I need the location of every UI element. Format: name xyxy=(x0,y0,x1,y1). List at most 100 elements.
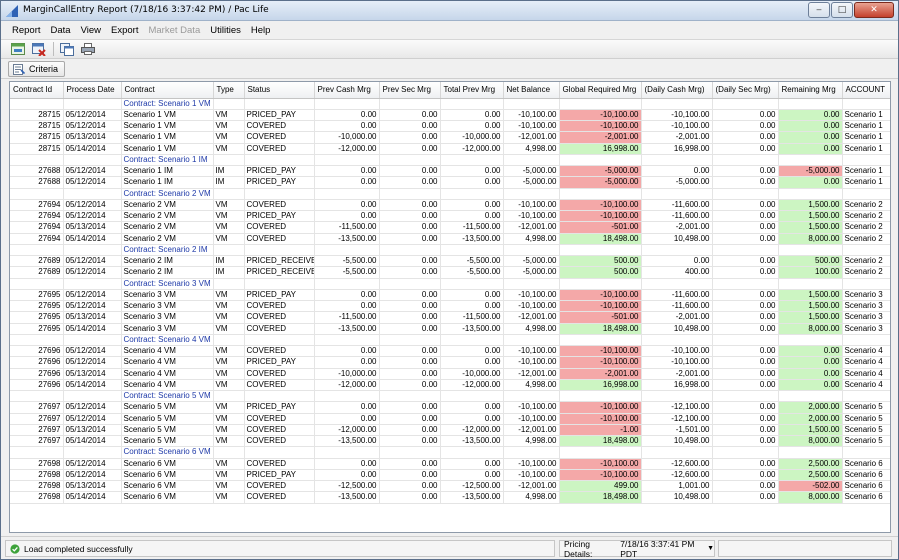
cell-daily-sec-mrg: 0.00 xyxy=(712,266,779,279)
cell-contract-id: 27697 xyxy=(10,401,64,414)
table-row[interactable]: 27694 05/12/2014 Scenario 2 VM VM COVERED 0.0… xyxy=(10,199,890,212)
group-cell xyxy=(641,278,713,290)
criteria-button[interactable]: Criteria xyxy=(8,61,66,77)
cell-remaining-mrg: 1,500.00 xyxy=(778,221,843,234)
chevron-down-icon[interactable]: ▼ xyxy=(707,545,714,552)
col-status[interactable]: Status xyxy=(244,82,315,99)
table-row[interactable]: 27695 05/12/2014 Scenario 3 VM VM PRICED_PAY… xyxy=(10,289,890,302)
print-button[interactable] xyxy=(79,41,97,57)
table-row[interactable]: 27694 05/12/2014 Scenario 2 VM VM PRICED_PAY… xyxy=(10,210,890,223)
cell-remaining-mrg: 2,000.00 xyxy=(778,413,843,425)
group-row[interactable]: Contract: Scenario 5 VM xyxy=(10,390,890,403)
col-global-required-mrg[interactable]: Global Required Mrg xyxy=(559,82,642,99)
table-row[interactable]: 28715 05/13/2014 Scenario 1 VM VM COVERED -10… xyxy=(10,131,890,144)
close-button[interactable]: ✕ xyxy=(854,2,894,18)
cell-prev-sec-mrg: 0.00 xyxy=(379,165,441,178)
col-net-balance[interactable]: Net Balance xyxy=(503,82,560,99)
table-row[interactable]: 28715 05/12/2014 Scenario 1 VM VM PRICED_PAY… xyxy=(10,109,890,122)
col-remaining-mrg[interactable]: Remaining Mrg xyxy=(778,82,843,99)
col-process-date[interactable]: Process Date xyxy=(63,82,122,99)
menu-help[interactable]: Help xyxy=(246,25,276,36)
group-row[interactable]: Contract: Scenario 1 VM xyxy=(10,98,890,110)
table-row[interactable]: 27698 05/12/2014 Scenario 6 VM VM COVERED 0.0… xyxy=(10,458,890,470)
cell-account: Scenario 4 xyxy=(842,379,890,392)
col-daily-sec-mrg[interactable]: (Daily Sec Mrg) xyxy=(712,82,779,99)
table-row[interactable]: 27688 05/12/2014 Scenario 1 IM IM PRICED_PAY… xyxy=(10,165,890,178)
menu-report[interactable]: Report xyxy=(7,25,46,36)
table-row[interactable]: 27696 05/12/2014 Scenario 4 VM VM PRICED_PAY… xyxy=(10,356,890,369)
cell-account: Scenario 5 xyxy=(842,424,890,437)
report-grid[interactable]: Contract Id Process Date Contract Type S… xyxy=(9,81,891,533)
col-daily-cash-mrg[interactable]: (Daily Cash Mrg) xyxy=(641,82,713,99)
group-cell xyxy=(778,188,843,200)
table-row[interactable]: 28715 05/12/2014 Scenario 1 VM VM COVERED 0.0… xyxy=(10,120,890,133)
menu-export[interactable]: Export xyxy=(106,25,143,36)
header-row: Contract Id Process Date Contract Type S… xyxy=(10,82,890,99)
cell-prev-sec-mrg: 0.00 xyxy=(379,289,441,302)
table-row[interactable]: 27688 05/12/2014 Scenario 1 IM IM PRICED_PAY… xyxy=(10,176,890,189)
menu-utilities[interactable]: Utilities xyxy=(205,25,246,36)
maximize-button[interactable]: □ xyxy=(831,2,853,18)
group-cell xyxy=(314,98,380,110)
table-row[interactable]: 28715 05/14/2014 Scenario 1 VM VM COVERED -12… xyxy=(10,143,890,155)
pricing-value: 7/18/16 3:37:41 PM PDT xyxy=(620,538,695,559)
cell-prev-sec-mrg: 0.00 xyxy=(379,469,441,482)
cell-type: VM xyxy=(213,199,245,212)
table-row[interactable]: 27694 05/13/2014 Scenario 2 VM VM COVERED -11… xyxy=(10,221,890,234)
cell-remaining-mrg: 1,500.00 xyxy=(778,424,843,437)
table-row[interactable]: 27697 05/12/2014 Scenario 5 VM VM PRICED_PAY… xyxy=(10,401,890,414)
group-row[interactable]: Contract: Scenario 4 VM xyxy=(10,334,890,347)
table-row[interactable]: 27697 05/14/2014 Scenario 5 VM VM COVERED -13… xyxy=(10,435,890,448)
cell-prev-sec-mrg: 0.00 xyxy=(379,401,441,414)
minimize-button[interactable]: ‒ xyxy=(808,2,830,18)
group-cell xyxy=(778,244,843,257)
copy-button[interactable] xyxy=(58,41,76,57)
col-prev-cash-mrg[interactable]: Prev Cash Mrg xyxy=(314,82,380,99)
table-row[interactable]: 27696 05/13/2014 Scenario 4 VM VM COVERED -10… xyxy=(10,368,890,380)
cell-global-required-mrg: -10,100.00 xyxy=(559,356,642,369)
col-account[interactable]: ACCOUNT xyxy=(842,82,890,99)
group-row[interactable]: Contract: Scenario 3 VM xyxy=(10,278,890,290)
cell-account: Scenario 3 xyxy=(842,289,890,302)
cell-status: COVERED xyxy=(244,480,315,493)
cell-status: PRICED_PAY xyxy=(244,469,315,482)
table-row[interactable]: 27698 05/12/2014 Scenario 6 VM VM PRICED_PAY… xyxy=(10,469,890,482)
group-row[interactable]: Contract: Scenario 1 IM xyxy=(10,154,890,167)
group-row[interactable]: Contract: Scenario 6 VM xyxy=(10,446,890,459)
cell-process-date: 05/14/2014 xyxy=(63,379,122,392)
clear-button[interactable] xyxy=(30,41,48,57)
col-contract-id[interactable]: Contract Id xyxy=(10,82,64,99)
menu-data[interactable]: Data xyxy=(46,25,76,36)
col-total-prev-mrg[interactable]: Total Prev Mrg xyxy=(440,82,504,99)
table-row[interactable]: 27695 05/14/2014 Scenario 3 VM VM COVERED -13… xyxy=(10,323,890,335)
table-row[interactable]: 27697 05/13/2014 Scenario 5 VM VM COVERED -12… xyxy=(10,424,890,437)
table-row[interactable]: 27696 05/12/2014 Scenario 4 VM VM COVERED 0.0… xyxy=(10,345,890,358)
cell-process-date: 05/13/2014 xyxy=(63,480,122,493)
group-row[interactable]: Contract: Scenario 2 IM xyxy=(10,244,890,257)
cell-global-required-mrg: 18,498.00 xyxy=(559,323,642,335)
group-cell xyxy=(10,390,64,403)
cell-contract-id: 28715 xyxy=(10,120,64,133)
group-label: Contract: Scenario 6 VM xyxy=(120,446,214,459)
table-row[interactable]: 27695 05/12/2014 Scenario 3 VM VM COVERED 0.0… xyxy=(10,300,890,313)
cell-net-balance: -12,001.00 xyxy=(503,368,560,380)
table-row[interactable]: 27696 05/14/2014 Scenario 4 VM VM COVERED -12… xyxy=(10,379,890,392)
col-type[interactable]: Type xyxy=(213,82,245,99)
table-row[interactable]: 27689 05/12/2014 Scenario 2 IM IM PRICED_REC… xyxy=(10,266,890,279)
table-row[interactable]: 27697 05/12/2014 Scenario 5 VM VM COVERED 0.0… xyxy=(10,413,890,425)
table-row[interactable]: 27698 05/13/2014 Scenario 6 VM VM COVERED -12… xyxy=(10,480,890,493)
group-cell xyxy=(503,244,560,257)
refresh-button[interactable] xyxy=(9,41,27,57)
cell-account: Scenario 1 xyxy=(842,120,890,133)
table-row[interactable]: 27698 05/14/2014 Scenario 6 VM VM COVERED -13… xyxy=(10,491,890,504)
group-row[interactable]: Contract: Scenario 2 VM xyxy=(10,188,890,200)
col-contract[interactable]: Contract xyxy=(121,82,214,99)
cell-net-balance: 4,998.00 xyxy=(503,491,560,504)
pricing-details-selector[interactable]: Pricing Details: 7/18/16 3:37:41 PM PDT … xyxy=(559,538,715,559)
table-row[interactable]: 27694 05/14/2014 Scenario 2 VM VM COVERED -13… xyxy=(10,233,890,245)
table-row[interactable]: 27695 05/13/2014 Scenario 3 VM VM COVERED -11… xyxy=(10,311,890,324)
title-bar[interactable]: MarginCallEntry Report (7/18/16 3:37:42 … xyxy=(1,1,898,21)
table-row[interactable]: 27689 05/12/2014 Scenario 2 IM IM PRICED_REC… xyxy=(10,255,890,268)
menu-view[interactable]: View xyxy=(76,25,106,36)
col-prev-sec-mrg[interactable]: Prev Sec Mrg xyxy=(379,82,441,99)
